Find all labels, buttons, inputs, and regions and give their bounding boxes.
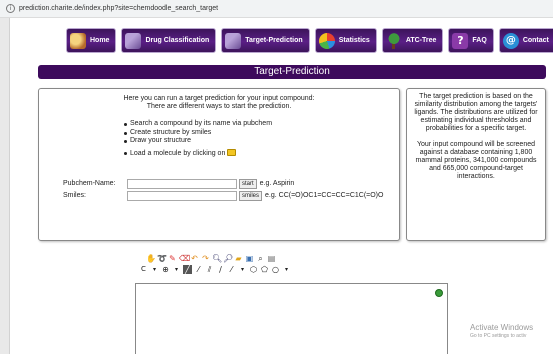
lasso-icon[interactable]: ➰ <box>157 254 167 263</box>
nav-atc-tree-button[interactable]: ATC-Tree <box>381 28 444 53</box>
pills-icon <box>125 32 142 49</box>
double-bond-icon[interactable]: ⫽ <box>205 265 214 274</box>
redo-icon[interactable]: ↷ <box>201 254 210 263</box>
folder-icon[interactable] <box>227 148 237 156</box>
smiles-label: Smiles: <box>63 192 86 199</box>
list-item: Draw your structure <box>123 137 272 146</box>
chevron-down-icon[interactable]: ▾ <box>282 265 291 274</box>
clear-icon[interactable]: ⌫ <box>179 254 190 263</box>
nav-contact-button[interactable]: @ Contact <box>498 28 553 53</box>
ring-cyclic-icon[interactable]: ○ <box>271 265 280 274</box>
nav-label: Home <box>90 37 110 44</box>
single-bond-icon[interactable]: ╱ <box>183 265 192 274</box>
ring-pentagon-icon[interactable]: ⬠ <box>260 265 269 274</box>
save-icon[interactable]: ▣ <box>245 254 254 263</box>
document-icon[interactable]: ▤ <box>267 254 276 263</box>
info-icon[interactable]: i <box>6 4 15 13</box>
nav-label: Drug Classification <box>145 37 210 44</box>
nav-label: ATC-Tree <box>405 37 437 44</box>
pubchem-label: Pubchem-Name: <box>63 180 116 187</box>
question-icon: ? <box>452 32 469 49</box>
wedge-bond-icon[interactable]: ⁄ <box>194 265 203 274</box>
watermark-subtitle: Go to PC settings to activ <box>470 333 527 339</box>
smiles-example: e.g. CC(=O)OC1=CC=CC=C1C(=O)O <box>265 192 384 199</box>
list-item: Load a molecule by clicking on <box>123 148 272 159</box>
left-frame <box>0 18 10 354</box>
windows-activation-watermark: Activate Windows Go to PC settings to ac… <box>470 323 533 339</box>
pubchem-name-input[interactable] <box>127 178 237 189</box>
tree-icon <box>385 32 402 49</box>
info-panel: The target prediction is based on the si… <box>406 88 546 241</box>
list-item: Create structure by smiles <box>123 129 272 138</box>
charge-icon[interactable]: ⊕ <box>161 265 170 274</box>
nav-statistics-button[interactable]: Statistics <box>314 28 377 53</box>
chevron-down-icon[interactable]: ▾ <box>150 265 159 274</box>
chevron-down-icon[interactable]: ▾ <box>238 265 247 274</box>
intro-line-1: Here you can run a target prediction for… <box>123 95 315 102</box>
chevron-down-icon[interactable]: ▾ <box>172 265 181 274</box>
zoom-out-icon[interactable]: 🔎︎ <box>223 254 233 263</box>
element-c-icon[interactable]: C <box>139 265 148 274</box>
nav-drug-classification-button[interactable]: Drug Classification <box>121 28 217 53</box>
intro-text: Here you can run a target prediction for… <box>39 95 399 111</box>
list-item: Search a compound by its name via pubche… <box>123 120 272 129</box>
bond-options-icon[interactable]: ⁄ <box>227 265 236 274</box>
search-icon[interactable]: ⌕ <box>256 254 265 263</box>
input-methods-list: Search a compound by its name via pubche… <box>123 120 272 158</box>
nav-label: Target-Prediction <box>245 37 303 44</box>
open-folder-icon[interactable]: ▰ <box>234 254 243 263</box>
url-text[interactable]: prediction.charite.de/index.php?site=che… <box>19 5 218 12</box>
zoom-in-icon[interactable]: 🔍︎ <box>212 254 222 263</box>
hand-icon[interactable]: ✋ <box>146 254 156 263</box>
nav-label: Contact <box>522 37 549 44</box>
editor-toolbar-top: ✋ ➰ ✎ ⌫ ↶ ↷ 🔍︎ 🔎︎ ▰ ▣ ⌕ ▤ <box>146 254 276 263</box>
target-icon <box>225 32 242 49</box>
start-button[interactable]: start <box>239 178 257 189</box>
smiles-row: Smiles: smiles e.g. CC(=O)OC1=CC=CC=C1C(… <box>63 190 383 201</box>
undo-icon[interactable]: ↶ <box>190 254 199 263</box>
page-title: Target-Prediction <box>38 65 546 79</box>
ring-hexagon-icon[interactable]: ⬡ <box>249 265 258 274</box>
info-paragraph-1: The target prediction is based on the si… <box>414 93 538 132</box>
nav-faq-button[interactable]: ? FAQ <box>448 28 494 53</box>
browser-address-bar[interactable]: i prediction.charite.de/index.php?site=c… <box>0 0 553 18</box>
smiles-button[interactable]: smiles <box>239 190 263 201</box>
pie-chart-icon <box>318 32 335 49</box>
nav-home-button[interactable]: Home <box>66 28 117 53</box>
nav-label: FAQ <box>472 37 487 44</box>
pubchem-row: Pubchem-Name: start e.g. Aspirin <box>63 178 294 189</box>
watermark-title: Activate Windows <box>470 323 534 332</box>
pubchem-example: e.g. Aspirin <box>259 180 295 187</box>
nav-label: Statistics <box>338 37 370 44</box>
status-indicator-icon <box>435 289 443 297</box>
info-paragraph-2: Your input compound will be screened aga… <box>415 141 537 180</box>
triple-bond-icon[interactable]: ∕ <box>216 265 225 274</box>
drawing-canvas[interactable] <box>135 283 448 354</box>
at-icon: @ <box>502 32 519 49</box>
eraser-icon[interactable]: ✎ <box>168 254 177 263</box>
editor-toolbar-bottom: C ▾ ⊕ ▾ ╱ ⁄ ⫽ ∕ ⁄ ▾ ⬡ ⬠ ○ ▾ <box>139 265 291 274</box>
prediction-input-panel: Here you can run a target prediction for… <box>38 88 400 241</box>
main-nav: Home Drug Classification Target-Predicti… <box>66 28 553 53</box>
home-icon <box>70 32 86 49</box>
nav-target-prediction-button[interactable]: Target-Prediction <box>221 28 310 53</box>
smiles-input[interactable] <box>127 190 237 201</box>
intro-line-2: There are different ways to start the pr… <box>146 103 292 110</box>
